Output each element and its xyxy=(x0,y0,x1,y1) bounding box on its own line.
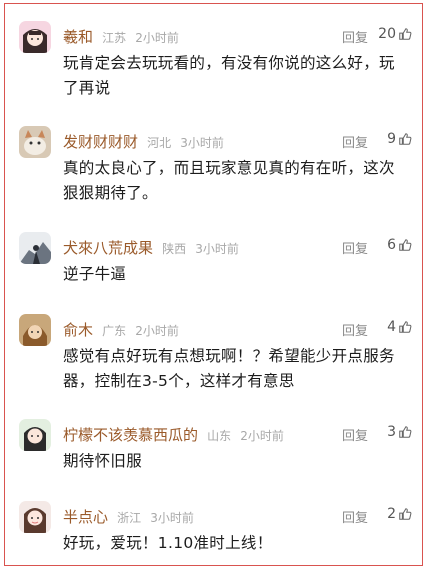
comment-text: 逆子牛逼 xyxy=(63,265,127,283)
avatar-image xyxy=(19,232,51,264)
thumb-up-icon xyxy=(399,426,412,438)
avatar-image xyxy=(19,126,51,158)
timestamp: 3小时前 xyxy=(195,242,239,256)
comment-text: 玩肯定会去玩玩看的，有没有你说的这么好，玩了再说 xyxy=(63,54,395,97)
username[interactable]: 羲和 xyxy=(63,28,93,46)
avatar[interactable] xyxy=(19,126,51,158)
avatar-image xyxy=(19,21,51,53)
avatar[interactable] xyxy=(19,419,51,451)
timestamp: 2小时前 xyxy=(135,324,179,338)
thumb-up-icon xyxy=(399,508,412,520)
location: 山东 xyxy=(207,429,232,443)
like-count: 2 xyxy=(387,506,396,522)
like-count: 4 xyxy=(387,319,396,335)
like-count: 20 xyxy=(378,26,396,42)
comment-text: 真的太良心了，而且玩家意见真的有在听，这次狠狠期待了。 xyxy=(63,159,395,202)
like-count: 6 xyxy=(387,237,396,253)
avatar[interactable] xyxy=(19,314,51,346)
location: 浙江 xyxy=(117,511,142,525)
timestamp: 2小时前 xyxy=(240,429,284,443)
reply-button[interactable]: 回复 xyxy=(342,507,368,526)
username[interactable]: 半点心 xyxy=(63,508,108,526)
comment-list: 羲和 江苏 2小时前 回复 20 玩肯定会去玩玩看的，有没有你说的这么好，玩了再… xyxy=(4,3,423,566)
location: 广东 xyxy=(102,324,127,338)
like-count: 9 xyxy=(387,131,396,147)
timestamp: 3小时前 xyxy=(180,136,224,150)
location: 江苏 xyxy=(102,31,127,45)
like-button[interactable]: 9 xyxy=(387,131,412,147)
comment-text: 感觉有点好玩有点想玩啊！？希望能少开点服务器，控制在3-5个，这样才有意思 xyxy=(63,347,395,390)
like-button[interactable]: 4 xyxy=(387,319,412,335)
location: 河北 xyxy=(147,136,172,150)
username[interactable]: 发财财财财 xyxy=(63,133,138,151)
reply-button[interactable]: 回复 xyxy=(342,320,368,339)
thumb-up-icon xyxy=(399,321,412,333)
reply-button[interactable]: 回复 xyxy=(342,132,368,151)
avatar-image xyxy=(19,501,51,533)
avatar[interactable] xyxy=(19,232,51,264)
avatar[interactable] xyxy=(19,21,51,53)
avatar[interactable] xyxy=(19,501,51,533)
reply-button[interactable]: 回复 xyxy=(342,425,368,444)
username[interactable]: 犬來八荒成果 xyxy=(63,239,153,257)
reply-button[interactable]: 回复 xyxy=(342,238,368,257)
reply-button[interactable]: 回复 xyxy=(342,27,368,46)
like-button[interactable]: 2 xyxy=(387,506,412,522)
thumb-up-icon xyxy=(399,28,412,40)
like-button[interactable]: 20 xyxy=(378,26,412,42)
username[interactable]: 俞木 xyxy=(63,321,93,339)
timestamp: 2小时前 xyxy=(135,31,179,45)
timestamp: 3小时前 xyxy=(150,511,194,525)
username[interactable]: 柠檬不该羡慕西瓜的 xyxy=(63,426,198,444)
thumb-up-icon xyxy=(399,133,412,145)
like-button[interactable]: 6 xyxy=(387,237,412,253)
like-count: 3 xyxy=(387,424,396,440)
avatar-image xyxy=(19,314,51,346)
comment-text: 期待怀旧服 xyxy=(63,452,143,470)
thumb-up-icon xyxy=(399,239,412,251)
like-button[interactable]: 3 xyxy=(387,424,412,440)
avatar-image xyxy=(19,419,51,451)
comment-text: 好玩，爱玩！1.10准时上线！ xyxy=(63,534,273,552)
location: 陕西 xyxy=(162,242,187,256)
